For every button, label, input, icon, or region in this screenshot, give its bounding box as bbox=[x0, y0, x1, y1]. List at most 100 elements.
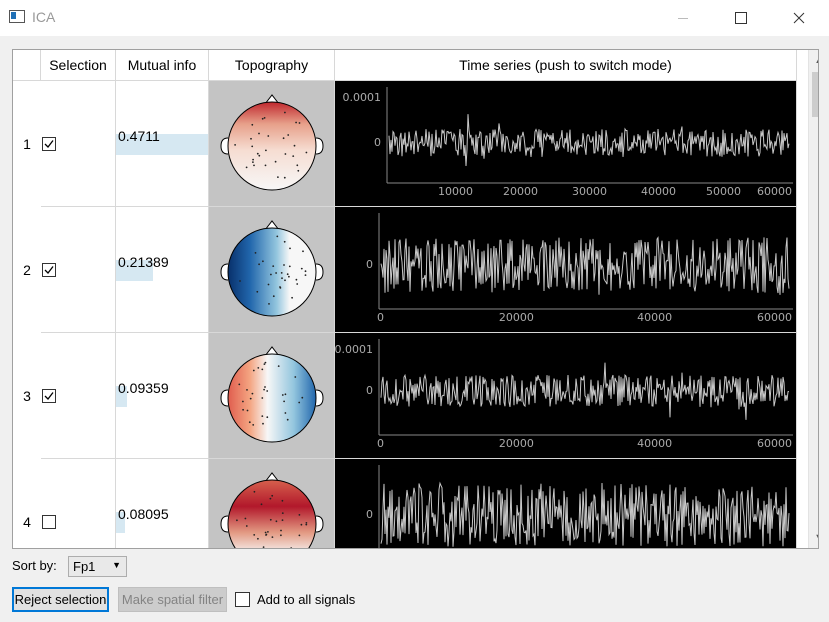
mutual-info-cell: 0.09359 bbox=[116, 333, 209, 459]
electrode-dot bbox=[252, 424, 255, 426]
electrode-dot bbox=[252, 161, 254, 163]
topography-cell[interactable] bbox=[209, 333, 335, 459]
time-series-plot bbox=[378, 213, 793, 310]
head-ear bbox=[315, 389, 324, 407]
electrode-dot bbox=[239, 280, 241, 282]
add-to-all-checkbox[interactable] bbox=[235, 592, 250, 607]
head-ear bbox=[220, 389, 229, 407]
electrode-dot bbox=[253, 534, 256, 536]
selection-cell bbox=[41, 207, 116, 333]
header-mutual-info[interactable]: Mutual info bbox=[116, 50, 209, 81]
electrode-dot bbox=[269, 518, 272, 521]
signal-trace bbox=[380, 236, 790, 295]
reject-selection-button[interactable]: Reject selection bbox=[12, 587, 109, 612]
topography-cell[interactable] bbox=[209, 459, 335, 548]
electrode-dot bbox=[296, 164, 299, 167]
scroll-up-icon[interactable]: ▲ bbox=[809, 50, 818, 70]
topography-cell[interactable] bbox=[209, 207, 335, 333]
electrode-dot bbox=[246, 389, 248, 391]
mutual-info-cell: 0.21389 bbox=[116, 207, 209, 333]
electrode-dot bbox=[304, 274, 307, 276]
row-select-checkbox[interactable] bbox=[42, 389, 56, 403]
vertical-scrollbar[interactable]: ▲ ▼ bbox=[808, 50, 818, 548]
electrode-dot bbox=[296, 283, 299, 285]
selection-cell bbox=[41, 459, 116, 548]
electrode-dot bbox=[252, 369, 255, 372]
x-tick-label: 60000 bbox=[757, 437, 792, 450]
electrode-dot bbox=[298, 534, 301, 537]
electrode-dot bbox=[245, 525, 248, 527]
electrode-dot bbox=[251, 123, 254, 126]
electrode-dot bbox=[281, 512, 284, 514]
time-series-plot bbox=[378, 339, 793, 436]
x-tick-label: 60000 bbox=[757, 185, 792, 198]
electrode-dot bbox=[287, 134, 290, 136]
electrode-dot bbox=[275, 272, 277, 274]
electrode-dot bbox=[295, 278, 298, 281]
y-tick-label: 0 bbox=[366, 508, 373, 521]
header-topography[interactable]: Topography bbox=[209, 50, 335, 81]
electrode-dot bbox=[275, 520, 278, 523]
sort-dropdown[interactable]: Fp1 ▼ bbox=[68, 556, 127, 577]
time-series-cell[interactable]: 0 0 20000 40000 60000 bbox=[335, 207, 797, 333]
electrode-dot bbox=[300, 267, 303, 270]
electrode-dot bbox=[250, 137, 252, 140]
row-select-checkbox[interactable] bbox=[42, 263, 56, 277]
x-tick-label: 20000 bbox=[498, 311, 534, 324]
header-time-series[interactable]: Time series (push to switch mode) bbox=[335, 50, 797, 81]
electrode-dot bbox=[293, 144, 296, 147]
row-select-checkbox[interactable] bbox=[42, 137, 56, 151]
scroll-thumb[interactable] bbox=[812, 72, 818, 117]
checkmark-icon bbox=[44, 392, 54, 400]
electrode-dot bbox=[270, 273, 272, 276]
close-button[interactable] bbox=[776, 0, 822, 36]
row-header[interactable]: 4 bbox=[13, 459, 41, 548]
topomap bbox=[220, 346, 324, 443]
y-tick-label: 0.0001 bbox=[342, 91, 382, 104]
head-outline bbox=[227, 227, 317, 317]
x-tick-label: 10000 bbox=[438, 185, 474, 198]
header-selection[interactable]: Selection bbox=[41, 50, 116, 81]
electrode-dot bbox=[246, 409, 249, 412]
scroll-down-icon[interactable]: ▼ bbox=[809, 528, 818, 548]
electrode-dot bbox=[263, 117, 266, 119]
row-header[interactable]: 1 bbox=[13, 81, 41, 207]
topography-cell[interactable] bbox=[209, 81, 335, 207]
electrode-dot bbox=[298, 122, 301, 124]
electrode-dot bbox=[263, 388, 265, 391]
electrode-dot bbox=[253, 490, 256, 493]
time-series-cell[interactable]: 0 bbox=[335, 459, 797, 548]
time-series-cell[interactable]: 0.0001 0 10000 20000 30000 40000 50000 60000 bbox=[335, 81, 797, 207]
mutual-info-value: 0.4711 bbox=[118, 128, 160, 144]
electrode-dot bbox=[302, 250, 304, 253]
electrode-dot bbox=[297, 169, 300, 172]
electrode-dot bbox=[249, 397, 252, 400]
row-header[interactable]: 2 bbox=[13, 207, 41, 333]
maximize-button[interactable] bbox=[718, 0, 764, 36]
electrode-dot bbox=[300, 523, 303, 526]
app-icon bbox=[9, 10, 25, 23]
electrode-dot bbox=[264, 164, 267, 167]
topomap bbox=[220, 472, 324, 548]
electrode-dot bbox=[276, 235, 279, 238]
x-tick-label: 20000 bbox=[498, 437, 534, 450]
topomap bbox=[220, 94, 324, 191]
x-tick-label: 0 bbox=[377, 311, 384, 324]
minimize-button[interactable] bbox=[660, 0, 706, 36]
row-select-checkbox[interactable] bbox=[42, 515, 56, 529]
maximize-icon bbox=[735, 12, 747, 24]
make-spatial-filter-button[interactable]: Make spatial filter bbox=[118, 587, 227, 612]
electrode-dot bbox=[258, 154, 261, 157]
time-series-cell[interactable]: 0.0001 0 0 20000 40000 60000 bbox=[335, 333, 797, 459]
electrode-dot bbox=[265, 533, 268, 536]
electrode-dot bbox=[271, 536, 274, 538]
electrode-dot bbox=[281, 499, 284, 502]
components-table: Selection Mutual info Topography Time se… bbox=[12, 49, 819, 549]
head-outline bbox=[227, 101, 317, 191]
electrode-dot bbox=[284, 279, 286, 282]
electrode-dot bbox=[262, 546, 265, 548]
electrode-dot bbox=[236, 519, 238, 522]
electrode-dot bbox=[264, 361, 267, 364]
checkmark-icon bbox=[44, 266, 54, 274]
row-header[interactable]: 3 bbox=[13, 333, 41, 459]
